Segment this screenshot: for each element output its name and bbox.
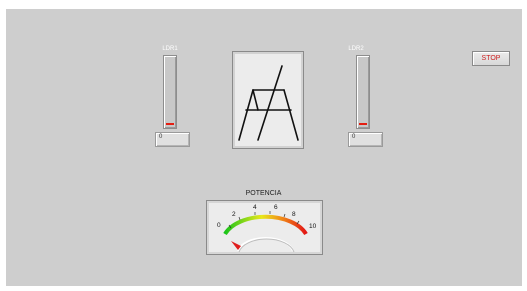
gauge-title: POTENCIA: [245, 190, 282, 197]
scale-label-4: 4: [253, 204, 257, 211]
ldr1-tank-fill: [166, 123, 174, 125]
ldr2-tank[interactable]: [356, 55, 370, 129]
scale-label-6: 6: [274, 204, 278, 211]
ldr1-label: LDR1: [162, 46, 178, 52]
stop-button[interactable]: STOP: [472, 51, 510, 66]
gauge-scale-arc: [223, 214, 308, 236]
linkage-drawing-icon: [238, 65, 299, 141]
ldr2-indicator: 0: [348, 132, 383, 147]
ldr2-label: LDR2: [348, 46, 364, 52]
ldr1-indicator: 0: [155, 132, 190, 147]
potencia-gauge[interactable]: 0 2 4 6 8 10: [206, 200, 323, 255]
ldr2-tank-fill: [359, 123, 367, 125]
scale-label-10: 10: [309, 223, 317, 230]
gauge-dial: 0 2 4 6 8 10: [217, 204, 317, 253]
scale-label-0: 0: [217, 222, 221, 229]
ldr1-tank[interactable]: [163, 55, 177, 129]
ldr1-value: 0: [159, 134, 163, 140]
scale-label-8: 8: [292, 211, 296, 218]
picture-display: [232, 51, 304, 149]
scale-label-2: 2: [232, 211, 236, 218]
ldr2-value: 0: [352, 134, 356, 140]
